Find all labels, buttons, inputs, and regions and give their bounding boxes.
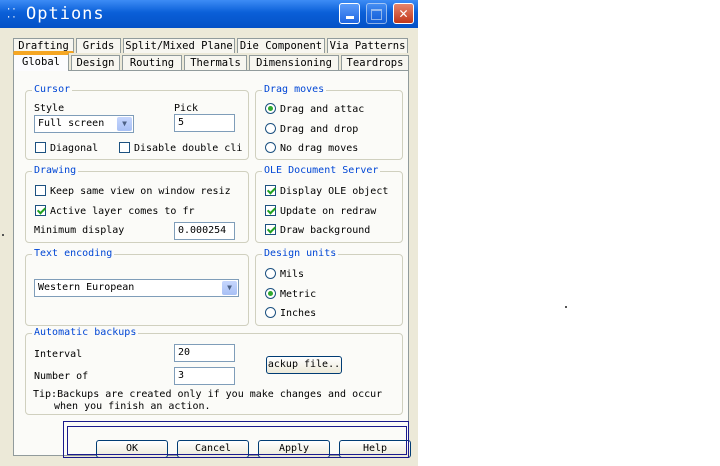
draw-background-label: Draw background — [280, 225, 371, 236]
minimum-display-label: Minimum display — [34, 225, 125, 236]
design-units-group-title: Design units — [262, 248, 339, 259]
active-layer-checkbox[interactable] — [35, 205, 46, 216]
ole-document-server-group: OLE Document Server Display OLE object U… — [255, 165, 403, 243]
tab-routing[interactable]: Routing — [122, 55, 182, 70]
no-drag-moves-label: No drag moves — [280, 143, 359, 154]
text-encoding-value: Western European — [38, 282, 135, 293]
drag-and-drop-radio[interactable] — [265, 123, 276, 134]
mils-radio[interactable] — [265, 268, 276, 279]
tab-split-mixed-plane[interactable]: Split/Mixed Plane — [123, 38, 235, 53]
tab-grids[interactable]: Grids — [76, 38, 121, 53]
text-encoding-group: Text encoding Western European ▼ — [25, 248, 249, 326]
metric-label: Metric — [280, 289, 317, 300]
interval-label: Interval — [34, 349, 83, 360]
close-icon: ✕ — [398, 4, 409, 22]
inches-radio[interactable] — [265, 307, 276, 318]
drag-moves-group-title: Drag moves — [262, 84, 327, 95]
text-encoding-group-title: Text encoding — [32, 248, 115, 259]
metric-radio[interactable] — [265, 288, 276, 299]
cursor-group: Cursor Style Full screen ▼ Pick 5 Diagon… — [25, 84, 249, 160]
backup-file-button[interactable]: ackup file.. — [266, 356, 342, 374]
pick-input[interactable]: 5 — [174, 114, 235, 132]
drag-and-drop-label: Drag and drop — [280, 124, 359, 135]
number-of-label: Number of — [34, 371, 89, 382]
chevron-down-icon: ▼ — [222, 281, 237, 295]
style-select-value: Full screen — [38, 118, 105, 129]
mils-label: Mils — [280, 269, 305, 280]
style-select[interactable]: Full screen ▼ — [34, 115, 134, 133]
drawing-group: Drawing Keep same view on window resiz A… — [25, 165, 249, 243]
number-of-input[interactable]: 3 — [174, 367, 235, 385]
diagonal-checkbox[interactable] — [35, 142, 46, 153]
drawing-group-title: Drawing — [32, 165, 79, 176]
disable-double-click-label: Disable double cli — [134, 143, 243, 154]
interval-input[interactable]: 20 — [174, 344, 235, 362]
pick-label: Pick — [174, 103, 199, 114]
minimum-display-input[interactable]: 0.000254 — [174, 222, 235, 240]
tab-global[interactable]: Global — [13, 53, 69, 71]
options-dialog: ⋅⋅ ⋅⋅ Options ✕ Drafting Grids Split/Mixe… — [0, 0, 418, 466]
text-encoding-select[interactable]: Western European ▼ — [34, 279, 239, 297]
automatic-backups-group-title: Automatic backups — [32, 327, 139, 338]
maximize-button — [366, 3, 387, 24]
tab-teardrops[interactable]: Teardrops — [341, 55, 409, 70]
stray-mark — [2, 234, 4, 236]
global-tab-panel: Cursor Style Full screen ▼ Pick 5 Diagon… — [13, 70, 409, 456]
highlight-box-inner — [67, 426, 407, 455]
tab-design[interactable]: Design — [71, 55, 120, 70]
tab-dimensioning[interactable]: Dimensioning — [249, 55, 339, 70]
cursor-group-title: Cursor — [32, 84, 73, 95]
draw-background-checkbox[interactable] — [265, 224, 276, 235]
no-drag-moves-radio[interactable] — [265, 142, 276, 153]
inches-label: Inches — [280, 308, 317, 319]
display-ole-object-checkbox[interactable] — [265, 185, 276, 196]
minimize-button[interactable] — [339, 3, 360, 24]
keep-same-view-checkbox[interactable] — [35, 185, 46, 196]
backups-tip-line1: Tip:Backups are created only if you make… — [33, 389, 383, 400]
display-ole-object-label: Display OLE object — [280, 186, 389, 197]
drag-and-attach-label: Drag and attac — [280, 104, 365, 115]
title-bar[interactable]: ⋅⋅ ⋅⋅ Options ✕ — [0, 0, 418, 28]
app-icon: ⋅⋅ ⋅⋅ — [6, 5, 17, 23]
diagonal-label: Diagonal — [50, 143, 99, 154]
tab-drafting[interactable]: Drafting — [13, 38, 74, 53]
window-title: Options — [26, 4, 105, 24]
ole-group-title: OLE Document Server — [262, 165, 381, 176]
drag-moves-group: Drag moves Drag and attac Drag and drop … — [255, 84, 403, 160]
design-units-group: Design units Mils Metric Inches — [255, 248, 403, 326]
keep-same-view-label: Keep same view on window resiz — [50, 186, 231, 197]
automatic-backups-group: Automatic backups Interval 20 Number of … — [25, 327, 403, 415]
minimize-icon — [345, 16, 354, 19]
tab-die-component[interactable]: Die Component — [237, 38, 325, 53]
update-on-redraw-label: Update on redraw — [280, 206, 377, 217]
stray-dot — [565, 306, 567, 308]
maximize-icon — [371, 9, 382, 20]
disable-double-click-checkbox[interactable] — [119, 142, 130, 153]
chevron-down-icon: ▼ — [117, 117, 132, 131]
style-label: Style — [34, 103, 65, 114]
tab-via-patterns[interactable]: Via Patterns — [327, 38, 408, 53]
drag-and-attach-radio[interactable] — [265, 103, 276, 114]
tab-thermals[interactable]: Thermals — [184, 55, 247, 70]
update-on-redraw-checkbox[interactable] — [265, 205, 276, 216]
close-button[interactable]: ✕ — [393, 3, 414, 24]
active-layer-label: Active layer comes to fr — [50, 206, 195, 217]
backups-tip-line2: when you finish an action. — [54, 401, 211, 412]
